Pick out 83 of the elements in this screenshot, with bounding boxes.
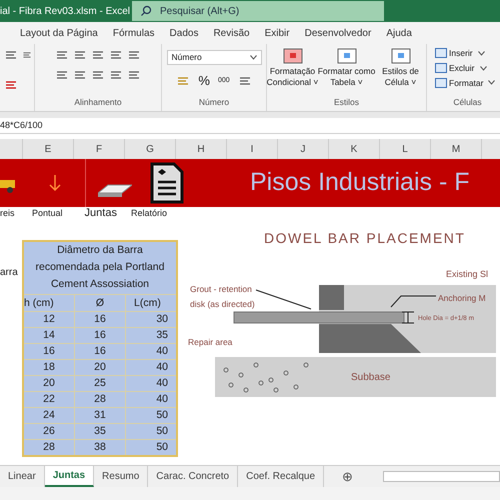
- chevron-down-icon: [488, 80, 496, 86]
- table-cell-text: 50: [155, 440, 169, 455]
- menu-tab[interactable]: Revisão: [213, 26, 250, 40]
- table-style-icon: [390, 48, 410, 64]
- chevron-down-icon: [478, 50, 485, 56]
- table-cell-text: 50: [155, 424, 169, 439]
- number-format-dropdown[interactable]: Número: [166, 50, 262, 65]
- cells-button[interactable]: Formatar: [435, 76, 500, 90]
- table-cell: 31: [74, 408, 126, 423]
- diagram-title: DOWEL BAR PLACEMENT: [264, 230, 466, 246]
- table-cell: 16: [74, 312, 126, 327]
- style-button[interactable]: Estilos de Célula ˅: [376, 48, 426, 88]
- cells-icon: [435, 63, 447, 74]
- ribbon-button-label[interactable]: Pontual: [32, 207, 63, 220]
- table-cell-text: 40: [155, 344, 169, 359]
- formula-text: 48*C6/100: [0, 118, 43, 132]
- chevron-down-icon: [250, 55, 256, 60]
- style-button[interactable]: Formatação Condicional ˅: [268, 48, 318, 88]
- ribbon-button-label[interactable]: Relatório: [130, 207, 167, 220]
- table-cell-text: 50: [155, 408, 169, 423]
- group-label: Estilos: [334, 96, 360, 109]
- table-cell: 38: [74, 440, 126, 455]
- table-cell-text: 14: [42, 328, 56, 343]
- banner-title: Pisos Industriais - F: [250, 167, 470, 198]
- table-cell-text: 26: [42, 424, 56, 439]
- window-title: ial - Fibra Rev03.xlsm - Excel: [0, 4, 130, 18]
- table-cell-text: 30: [155, 312, 169, 327]
- group-label: Número: [198, 96, 230, 109]
- document-icon[interactable]: [150, 162, 184, 204]
- table-cell-text: 40: [155, 360, 169, 375]
- ribbon-button-label[interactable]: reis: [0, 207, 16, 220]
- diagram-label: Subbase: [351, 372, 390, 383]
- table-header: h (cm): [24, 296, 55, 311]
- table-header: L(cm): [133, 296, 162, 311]
- cells-button[interactable]: Inserir: [435, 47, 500, 60]
- table-cell-text: 20: [42, 376, 56, 391]
- table-cell: 25: [74, 376, 126, 391]
- chevron-down-icon: [480, 66, 487, 71]
- search-icon: [140, 5, 152, 17]
- table-cell-text: 16: [42, 344, 56, 359]
- table-cell-text: 35: [155, 328, 169, 343]
- table-cell-text: 22: [42, 392, 56, 407]
- search-field[interactable]: Pesquisar (Alt+G): [132, 1, 384, 21]
- cells-button[interactable]: Excluir: [435, 62, 500, 74]
- arrow-down-icon[interactable]: [48, 174, 62, 192]
- table-cell: 20: [74, 360, 126, 375]
- table-header: Ø: [74, 295, 126, 311]
- table-cell-text: 28: [42, 440, 56, 455]
- search-input[interactable]: Pesquisar (Alt+G): [160, 4, 360, 18]
- menu-tab[interactable]: Dados: [170, 26, 198, 40]
- table-cell-text: 12: [42, 312, 56, 327]
- table-cell: 16: [74, 328, 126, 343]
- cells-icon: [435, 78, 447, 88]
- leader-line: [256, 290, 312, 310]
- table-cell-text: 40: [155, 392, 169, 407]
- menu-tab[interactable]: Fórmulas: [112, 26, 155, 40]
- diagram-label: Anchoring M: [438, 293, 486, 303]
- cells-icon: [435, 48, 447, 58]
- percent-button[interactable]: %: [198, 71, 210, 90]
- table-cell-text: 18: [42, 360, 56, 375]
- ribbon-button-label[interactable]: Juntas: [84, 205, 117, 222]
- diagram-label: Grout - retention: [190, 284, 252, 294]
- menu-tab[interactable]: Desenvolvedor: [304, 26, 372, 40]
- menu-tab[interactable]: Exibir: [264, 26, 290, 40]
- menu-tab[interactable]: Layout da Página: [20, 26, 98, 40]
- table-cell: 35: [74, 424, 126, 439]
- cell-text: arra: [0, 267, 18, 278]
- menu-tab[interactable]: Ajuda: [386, 26, 412, 40]
- table-cell-text: 24: [42, 408, 56, 423]
- table-cell: 16: [74, 344, 126, 359]
- diagram-label: disk (as directed): [190, 299, 255, 309]
- table-cell: 28: [74, 392, 126, 407]
- dimension-line: [402, 312, 414, 324]
- add-sheet-button[interactable]: ⊕: [342, 466, 354, 487]
- table-cell-text: 40: [155, 376, 169, 391]
- table-style-icon: [282, 48, 302, 64]
- diagram-label: Existing Sl: [446, 269, 488, 279]
- leader-line: [390, 296, 436, 308]
- table-style-icon: [336, 48, 356, 64]
- group-label: Alinhamento: [74, 96, 122, 109]
- diagram-label: Repair area: [188, 337, 232, 347]
- sheet-tab[interactable]: Juntas: [44, 466, 94, 487]
- group-label: Células: [453, 96, 482, 109]
